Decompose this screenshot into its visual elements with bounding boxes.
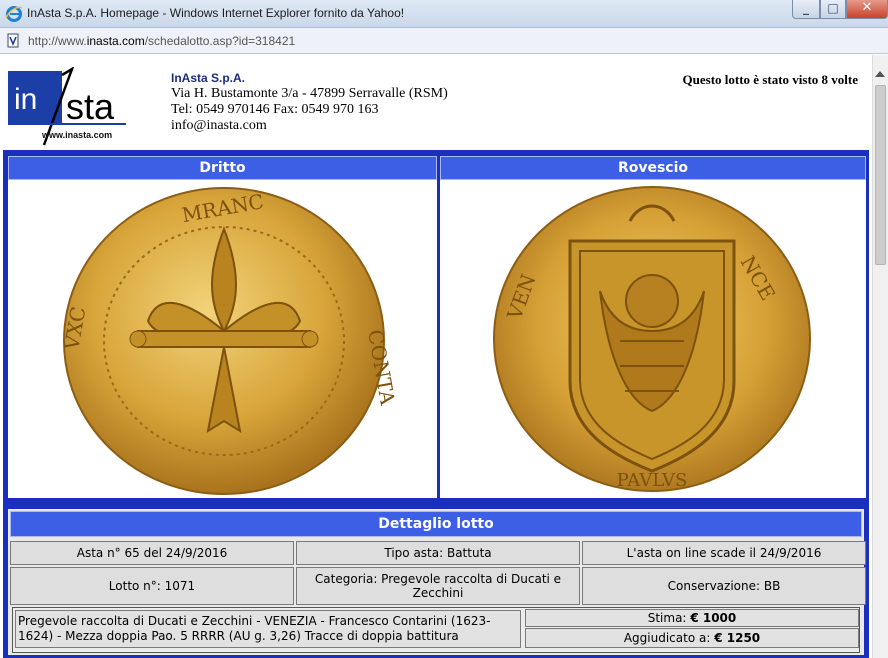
company-address: Via H. Bustamonte 3/a - 47899 Serravalle… [171,86,448,101]
svg-text:in: in [14,83,37,116]
window-titlebar: InAsta S.p.A. Homepage - Windows Interne… [0,0,888,28]
categoria-cell: Categoria: Pregevole raccolta di Ducati … [296,567,580,605]
obverse-header: Dritto [8,156,437,180]
obverse-image[interactable]: MRANC VXC CONTA [8,181,437,498]
lot-details-title: Dettaglio lotto [10,511,862,537]
page-icon [7,33,19,48]
aggiudicato-label: Aggiudicato a: [623,631,711,645]
vertical-scrollbar[interactable] [872,55,888,658]
conservazione-cell: Conservazione: BB [582,567,866,605]
reverse-coin: NCE VEN PAVLVS [493,186,811,492]
lotto-cell: Lotto n°: 1071 [10,567,294,605]
window-title: InAsta S.p.A. Homepage - Windows Interne… [27,6,405,20]
reverse-header: Rovescio [440,156,866,180]
inasta-logo[interactable]: in sta www.inasta.com [8,66,126,147]
address-bar[interactable]: http://www.inasta.com/schedalotto.asp?id… [0,28,888,54]
maximize-button[interactable]: □ [820,0,846,19]
lot-details-panel: Dettaglio lotto Asta n° 65 del 24/9/2016… [5,505,867,655]
aggiudicato-cell: Aggiudicato a: € 1250 [525,628,859,648]
scadenza-cell: L'asta on line scade il 24/9/2016 [582,541,866,565]
url-text[interactable]: http://www.inasta.com/schedalotto.asp?id… [28,34,295,48]
stima-label: Stima: [647,611,687,625]
lot-details-inner: Dettaglio lotto Asta n° 65 del 24/9/2016… [8,509,866,655]
logo-url: www.inasta.com [42,130,113,140]
stima-value: € 1000 [690,611,737,625]
company-name: InAsta S.p.A. [171,71,246,85]
internet-explorer-icon [5,6,23,22]
company-phone: Tel: 0549 970146 Fax: 0549 970 163 [171,102,379,117]
company-info: InAsta S.p.A. Via H. Bustamonte 3/a - 47… [171,70,448,134]
minimize-icon: _ [803,1,809,15]
svg-text:PAVLVS: PAVLVS [617,470,688,491]
page-content: in sta www.inasta.com InAsta S.p.A. Via … [0,55,872,658]
scrollbar-thumb[interactable] [875,85,886,265]
obverse-coin: MRANC VXC CONTA [59,187,400,495]
obverse-column: Dritto MRANC VXC CONTA [8,156,437,498]
asta-cell: Asta n° 65 del 24/9/2016 [10,541,294,565]
svg-text:sta: sta [66,86,115,127]
close-icon: ✕ [861,0,873,15]
tipo-asta-cell: Tipo asta: Battuta [296,541,580,565]
close-button[interactable]: ✕ [846,0,888,19]
reverse-image[interactable]: NCE VEN PAVLVS [440,181,866,498]
view-counter: Questo lotto è stato visto 8 volte [682,72,858,87]
minimize-button[interactable]: _ [792,0,820,19]
aggiudicato-value: € 1250 [714,631,761,645]
maximize-icon: □ [827,1,839,15]
scroll-up-icon[interactable] [875,71,885,77]
stima-cell: Stima: € 1000 [525,609,859,627]
company-email[interactable]: info@inasta.com [171,118,448,134]
lot-description-box: Pregevole raccolta di Ducati e Zecchini … [12,607,860,653]
lot-description: Pregevole raccolta di Ducati e Zecchini … [15,610,521,648]
reverse-column: Rovescio NCE VEN PAVLVS [440,156,866,498]
